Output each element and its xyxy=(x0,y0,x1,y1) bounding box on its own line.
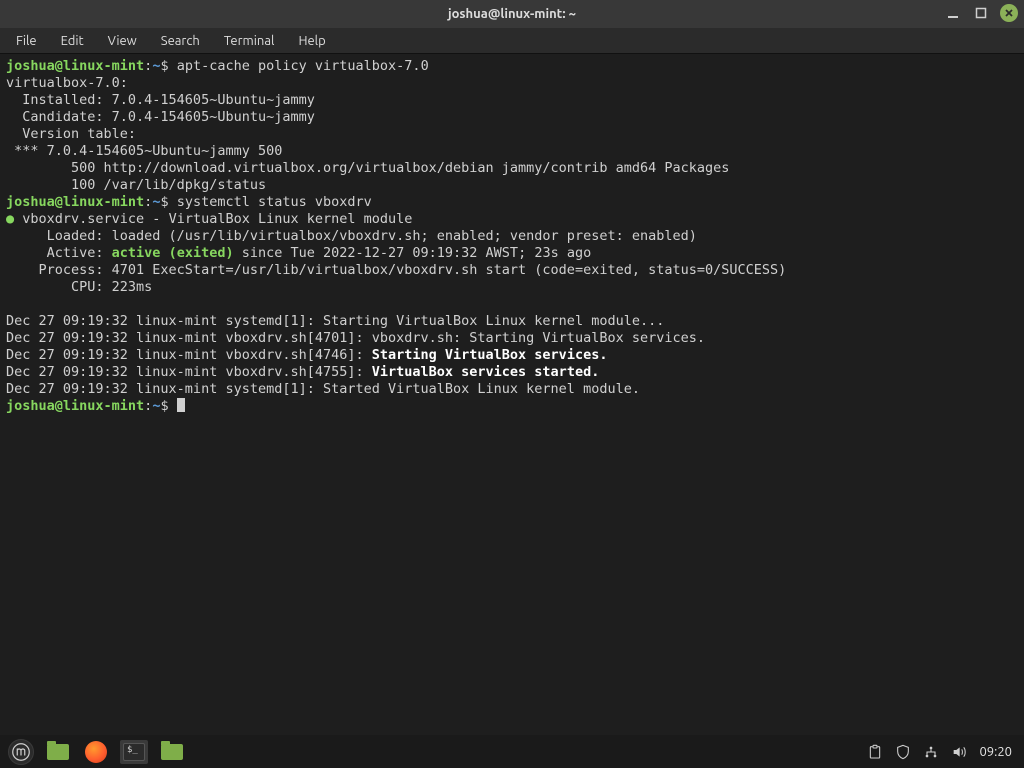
network-icon[interactable] xyxy=(923,744,939,760)
prompt-userhost: joshua@linux-mint xyxy=(6,58,144,74)
window-controls xyxy=(944,4,1018,22)
terminal-task[interactable] xyxy=(120,740,148,764)
prompt-sigil: $ xyxy=(160,194,168,210)
menu-file[interactable]: File xyxy=(6,31,47,51)
journal-line-2: Dec 27 09:19:32 linux-mint vboxdrv.sh[47… xyxy=(6,330,705,346)
service-loaded: Loaded: loaded (/usr/lib/virtualbox/vbox… xyxy=(6,228,697,244)
folder-icon xyxy=(161,744,183,760)
titlebar: joshua@linux-mint: ~ xyxy=(0,0,1024,28)
prompt-userhost: joshua@linux-mint xyxy=(6,194,144,210)
prompt-sigil: $ xyxy=(160,398,168,414)
journal-line-4-prefix: Dec 27 09:19:32 linux-mint vboxdrv.sh[47… xyxy=(6,364,372,380)
prompt-sigil: $ xyxy=(160,58,168,74)
service-process: Process: 4701 ExecStart=/usr/lib/virtual… xyxy=(6,262,786,278)
taskbar-right: 09:20 xyxy=(867,744,1016,760)
menubar: File Edit View Search Terminal Help xyxy=(0,28,1024,54)
journal-line-1: Dec 27 09:19:32 linux-mint systemd[1]: S… xyxy=(6,313,664,329)
journal-line-5: Dec 27 09:19:32 linux-mint systemd[1]: S… xyxy=(6,381,640,397)
window-title: joshua@linux-mint: ~ xyxy=(448,7,576,21)
apt-line-1: virtualbox-7.0: xyxy=(6,75,128,91)
apt-line-3: Candidate: 7.0.4-154605~Ubuntu~jammy xyxy=(6,109,315,125)
apt-line-6: 500 http://download.virtualbox.org/virtu… xyxy=(6,160,729,176)
apt-line-2: Installed: 7.0.4-154605~Ubuntu~jammy xyxy=(6,92,315,108)
close-button[interactable] xyxy=(1000,4,1018,22)
apt-line-5: *** 7.0.4-154605~Ubuntu~jammy 500 xyxy=(6,143,282,159)
menu-search[interactable]: Search xyxy=(151,31,210,51)
minimize-button[interactable] xyxy=(944,4,962,22)
volume-icon[interactable] xyxy=(951,744,967,760)
maximize-button[interactable] xyxy=(972,4,990,22)
status-bullet: ● xyxy=(6,211,14,227)
firefox-icon xyxy=(85,741,107,763)
desktop-icon xyxy=(47,744,69,760)
terminal-window: joshua@linux-mint: ~ File Edit View Sear… xyxy=(0,0,1024,735)
service-active-rest: since Tue 2022-12-27 09:19:32 AWST; 23s … xyxy=(234,245,592,261)
clock[interactable]: 09:20 xyxy=(979,745,1016,759)
shield-icon[interactable] xyxy=(895,744,911,760)
taskbar-left xyxy=(8,739,186,765)
prompt-userhost: joshua@linux-mint xyxy=(6,398,144,414)
service-active-value: active (exited) xyxy=(112,245,234,261)
journal-line-3-bold: Starting VirtualBox services. xyxy=(372,347,608,363)
apt-line-4: Version table: xyxy=(6,126,136,142)
menu-view[interactable]: View xyxy=(98,31,147,51)
terminal-icon xyxy=(123,743,145,761)
show-desktop-button[interactable] xyxy=(44,740,72,764)
terminal-body[interactable]: joshua@linux-mint:~$ apt-cache policy vi… xyxy=(0,54,1024,735)
service-active-label: Active: xyxy=(6,245,112,261)
start-menu-button[interactable] xyxy=(8,739,34,765)
command-1: apt-cache policy virtualbox-7.0 xyxy=(177,58,429,74)
menu-edit[interactable]: Edit xyxy=(51,31,94,51)
journal-line-4-bold: VirtualBox services started. xyxy=(372,364,600,380)
firefox-launcher[interactable] xyxy=(82,740,110,764)
taskbar: 09:20 xyxy=(0,735,1024,768)
cursor xyxy=(177,398,185,412)
apt-line-7: 100 /var/lib/dpkg/status xyxy=(6,177,266,193)
menu-help[interactable]: Help xyxy=(288,31,335,51)
files-launcher[interactable] xyxy=(158,740,186,764)
service-cpu: CPU: 223ms xyxy=(6,279,152,295)
command-2: systemctl status vboxdrv xyxy=(177,194,372,210)
menu-terminal[interactable]: Terminal xyxy=(214,31,285,51)
journal-line-3-prefix: Dec 27 09:19:32 linux-mint vboxdrv.sh[47… xyxy=(6,347,372,363)
service-header: vboxdrv.service - VirtualBox Linux kerne… xyxy=(14,211,412,227)
clipboard-icon[interactable] xyxy=(867,744,883,760)
